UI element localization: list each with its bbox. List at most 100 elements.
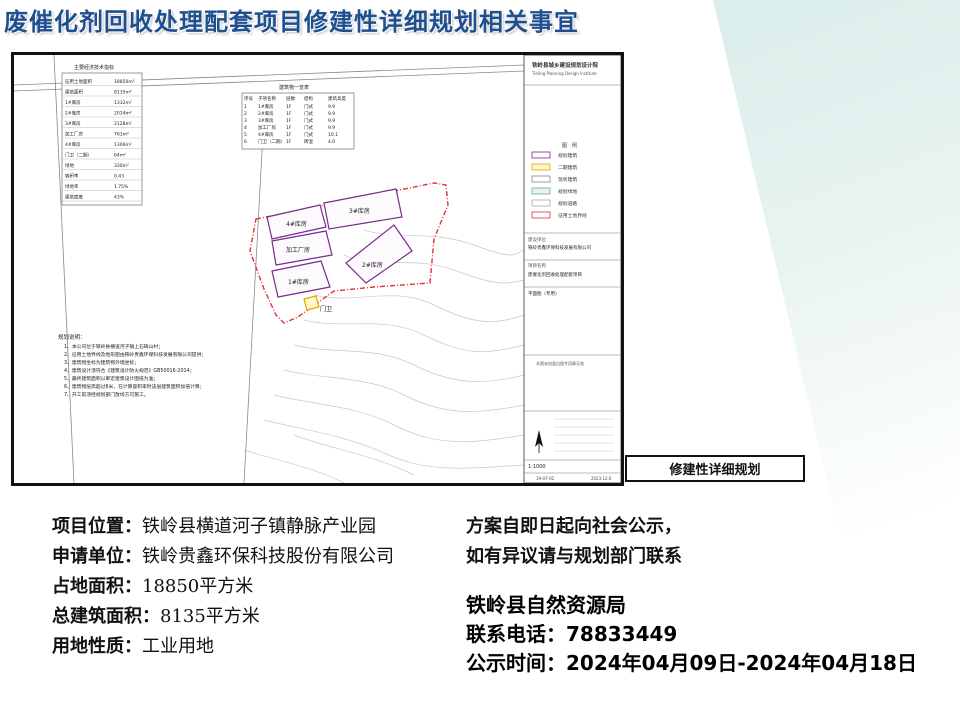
- building-table-cell: 6: [244, 139, 247, 145]
- building-label-4: 4#库房: [286, 220, 307, 228]
- applicant-label: 申请单位：: [52, 546, 142, 567]
- building-table-cell: 1: [244, 104, 247, 110]
- info-row-location: 项目位置：铁岭县横道河子镇静脉产业园: [52, 512, 462, 542]
- building-table-cell: 门式: [304, 103, 313, 110]
- note-line: 7、开工前须经规划部门放线方可施工。: [64, 391, 149, 398]
- building-table-cell: 9.9: [328, 104, 335, 110]
- note-line: 3、建筑物坐标为建筑物外墙坐标；: [64, 359, 139, 366]
- scale-label: 1:1000: [528, 464, 546, 470]
- indicator-name: 建筑密度: [65, 194, 83, 201]
- note-line: 1、本公司位于铁岭县横道河子镇上石碑山村；: [64, 343, 163, 350]
- building-table-cell: 9.9: [328, 111, 335, 117]
- indicator-value: 64m²: [114, 153, 126, 159]
- date-code: 19-07-02: [536, 476, 555, 481]
- building-table-header: 序号: [244, 95, 253, 102]
- site-plan-drawing: 主要经济技术指标 征用土地面积 18850m² 建筑面积 8135m² 1#库房 1332…: [11, 52, 624, 486]
- year-code: 2023.12.6: [591, 476, 612, 481]
- client-name: 铁岭贵鑫环保科技发展有限公司: [528, 244, 591, 251]
- building-label-processing: 加工厂房: [286, 246, 310, 254]
- note-line: 4、建筑设计须符合《建筑设计防火规范》GB50016-2014；: [64, 367, 194, 374]
- indicator-value: 761m²: [114, 132, 129, 138]
- land-use-value: 工业用地: [142, 636, 214, 657]
- building-table-cell: 门式: [304, 124, 313, 131]
- legend-swatch: [531, 199, 551, 207]
- stamp-note: 本图未加盖出图专用章无效: [536, 360, 584, 366]
- building-table-cell: 1#库房: [258, 103, 274, 110]
- indicator-value: 43%: [114, 195, 125, 201]
- indicator-name: 2#库房: [65, 110, 81, 117]
- indicator-name: 征用土地面积: [65, 78, 92, 85]
- info-row-building-area: 总建筑面积：8135平方米: [52, 602, 462, 632]
- building-label-gate: 门卫: [320, 305, 332, 313]
- indicator-value: 18850m²: [114, 79, 135, 85]
- client-label: 建设单位: [528, 236, 546, 243]
- legend-title: 图 例: [562, 142, 577, 149]
- applicant-value: 铁岭贵鑫环保科技股份有限公司: [142, 546, 394, 567]
- site-plan-svg: 主要经济技术指标 征用土地面积 18850m² 建筑面积 8135m² 1#库房 1332…: [14, 55, 621, 483]
- indicator-value: 1.75%: [114, 184, 129, 190]
- info-row-area: 占地面积：18850平方米: [52, 572, 462, 602]
- indicator-name: 加工厂房: [65, 131, 83, 138]
- building-area-label: 总建筑面积：: [52, 606, 160, 627]
- building-table-cell: 9.9: [328, 125, 335, 131]
- legend-label: 征用土地界线: [558, 212, 587, 219]
- notice-line-1: 方案自即日起向社会公示，: [466, 516, 682, 537]
- legend-swatch: [531, 151, 551, 159]
- indicator-value: 2014m²: [114, 111, 132, 117]
- building-table-cell: 2: [244, 111, 247, 117]
- building-table-header: 子项名称: [258, 95, 276, 102]
- info-row-land-use: 用地性质：工业用地: [52, 632, 462, 662]
- building-table-header: 建筑高度: [328, 95, 346, 102]
- bureau-phone: 联系电话：78833449: [466, 622, 678, 646]
- area-value: 18850平方米: [142, 576, 254, 597]
- building-table-cell: 4#库房: [258, 131, 274, 138]
- indicator-name: 4#库房: [65, 141, 81, 148]
- legend-label: 二期建筑: [558, 164, 577, 171]
- drawing-name: 平面图（专用）: [528, 290, 560, 297]
- building-table-cell: 加工厂房: [258, 124, 276, 131]
- note-line: 5、最终建筑面积以审定建筑设计图纸为准；: [64, 375, 158, 382]
- public-notice: 方案自即日起向社会公示， 如有异议请与规划部门联系: [466, 512, 766, 572]
- plan-caption: 修建性详细规划: [625, 455, 805, 482]
- building-table-cell: 门式: [304, 117, 313, 124]
- building-table-cell: 门卫（二期）: [258, 138, 285, 145]
- location-value: 铁岭县横道河子镇静脉产业园: [142, 516, 376, 537]
- legend-swatch: [531, 163, 551, 171]
- institute-name: 铁岭县城乡建设规划设计院: [532, 61, 599, 69]
- note-line: 2、征用土地界线及地形图由铁岭贵鑫环保科技发展有限公司提供；: [64, 351, 206, 358]
- building-table-cell: 10.1: [328, 132, 338, 138]
- building-table-cell: 1F: [286, 104, 292, 110]
- building-table-cell: 1F: [286, 139, 292, 145]
- building-label-2: 2#库房: [362, 261, 383, 269]
- economic-indicator-table: 主要经济技术指标 征用土地面积 18850m² 建筑面积 8135m² 1#库房 1332…: [61, 64, 143, 206]
- institute-en: Tieling Planning Design Institute: [531, 71, 597, 76]
- indicator-table-title: 主要经济技术指标: [74, 64, 114, 71]
- area-label: 占地面积：: [52, 576, 142, 597]
- building-table-cell: 门式: [304, 110, 313, 117]
- location-label: 项目位置：: [52, 516, 142, 537]
- building-area-value: 8135平方米: [160, 606, 260, 627]
- building-table-cell: 门式: [304, 131, 313, 138]
- project-name: 废催化剂回收处理配套项目: [528, 271, 582, 278]
- indicator-name: 建筑面积: [65, 89, 83, 96]
- building-table-header: 层数: [286, 95, 295, 102]
- land-use-label: 用地性质：: [52, 636, 142, 657]
- building-table-header: 结构: [304, 95, 313, 102]
- building-table-cell: 4.0: [328, 139, 335, 145]
- building-list-table: 建筑物一览表 序号 子项名称 层数 结构 建筑高度 1 1#库房 1F 门式 9.9 2 2#库房 1F…: [241, 84, 355, 150]
- building-table-cell: 1F: [286, 132, 292, 138]
- legend-label: 规划绿地: [558, 188, 577, 195]
- building-table-cell: 砖混: [304, 138, 313, 145]
- building-gate: [303, 295, 320, 311]
- indicator-value: 1306m²: [114, 142, 132, 148]
- indicator-name: 绿地: [65, 162, 74, 169]
- building-table-cell: 3#库房: [258, 117, 274, 124]
- building-table-cell: 5: [244, 132, 247, 138]
- building-table-cell: 1F: [286, 111, 292, 117]
- indicator-name: 容积率: [65, 173, 79, 180]
- indicator-value: 1332m²: [114, 100, 132, 106]
- indicator-value: 2128m²: [114, 121, 132, 127]
- project-label: 项目名称: [528, 262, 546, 269]
- legend-label: 现状建筑: [558, 176, 577, 183]
- building-table-cell: 1F: [286, 125, 292, 131]
